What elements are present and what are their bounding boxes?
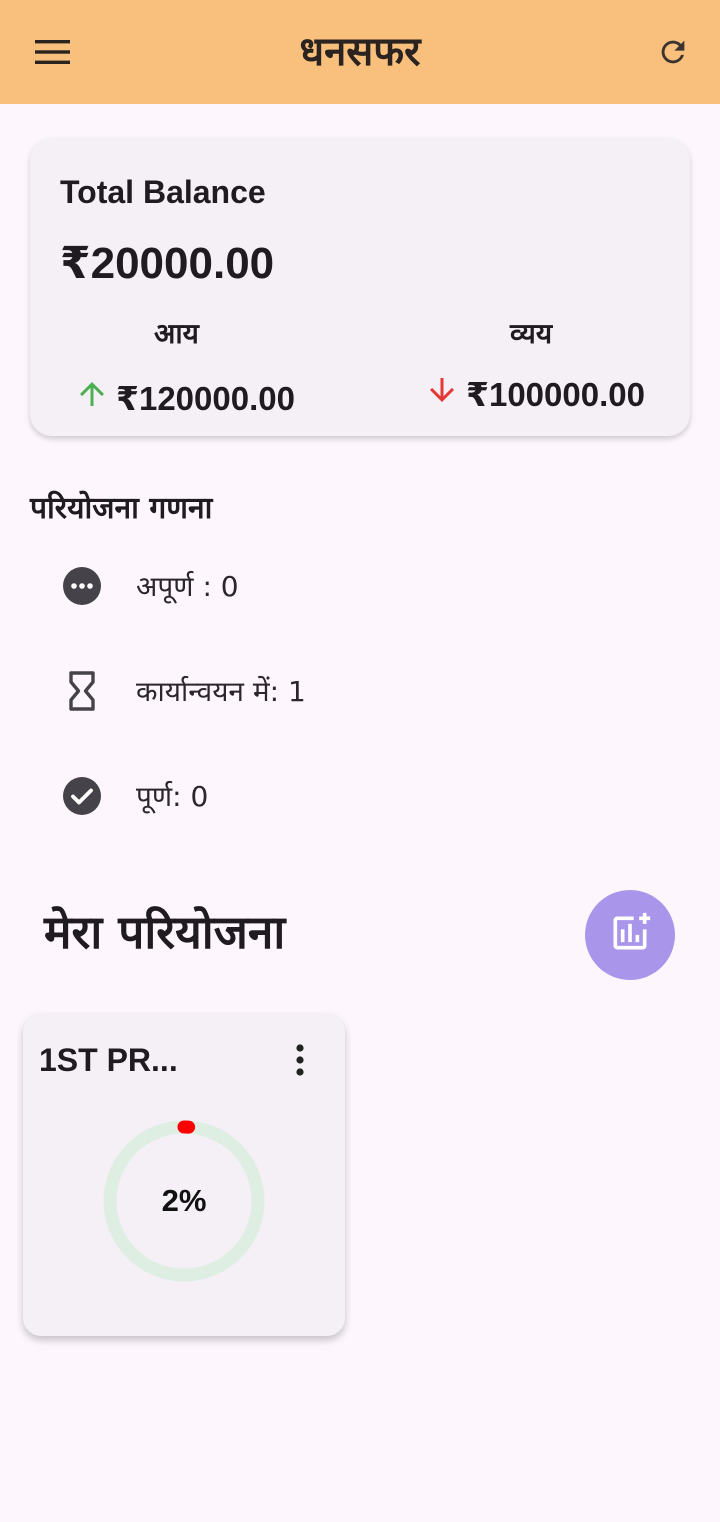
arrow-up-icon	[74, 376, 110, 420]
count-in-progress-label: कार्यान्वयन में: 1	[136, 675, 306, 708]
income-label: आय	[154, 317, 199, 350]
app-bar: धनसफर	[0, 0, 720, 104]
expense-row: ₹100000.00	[424, 372, 645, 416]
more-horiz-circle-icon	[62, 566, 102, 606]
more-vert-icon[interactable]	[285, 1040, 315, 1080]
app-title: धनसफर	[299, 29, 421, 75]
count-item-incomplete: अपूर्ण : 0	[62, 566, 239, 606]
hourglass-icon	[62, 671, 102, 711]
count-item-in-progress: कार्यान्वयन में: 1	[62, 671, 306, 711]
income-row: ₹120000.00	[74, 376, 295, 420]
project-name: 1ST PR...	[39, 1042, 178, 1078]
total-balance-value: ₹20000.00	[60, 239, 275, 288]
add-project-button[interactable]	[585, 890, 675, 980]
count-incomplete-label: अपूर्ण : 0	[136, 570, 239, 603]
income-value: ₹120000.00	[116, 379, 295, 417]
total-balance-label: Total Balance	[60, 174, 266, 210]
balance-card: Total Balance ₹20000.00 आय व्यय ₹120000.…	[30, 138, 690, 436]
expense-label: व्यय	[510, 317, 553, 350]
project-count-title: परियोजना गणना	[30, 491, 213, 526]
my-projects-title: मेरा परियोजना	[44, 905, 286, 959]
expense-value: ₹100000.00	[466, 375, 645, 413]
arrow-down-icon	[424, 372, 460, 416]
add-chart-icon	[608, 911, 652, 960]
refresh-icon[interactable]	[648, 30, 698, 74]
project-card[interactable]: 1ST PR... 2%	[23, 1014, 345, 1336]
progress-percent: 2%	[161, 1183, 207, 1218]
check-circle-icon	[62, 776, 102, 816]
count-item-complete: पूर्ण: 0	[62, 776, 208, 816]
count-complete-label: पूर्ण: 0	[136, 780, 209, 813]
